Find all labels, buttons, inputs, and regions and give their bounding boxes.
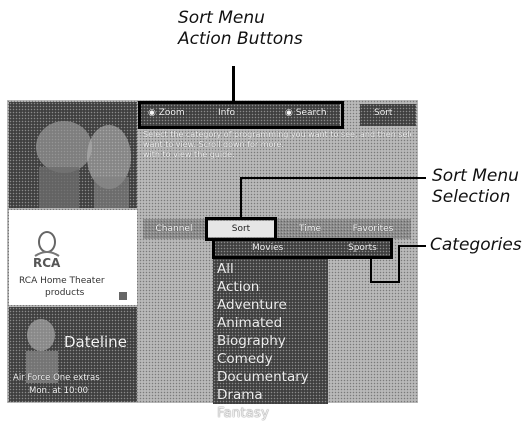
callout-line: Action Buttons — [178, 29, 303, 49]
info-text: Select the category of programming you w… — [143, 130, 411, 162]
action-buttons-highlight — [138, 101, 344, 129]
info-line: Select the category of programming you w… — [143, 130, 411, 139]
leader-line — [398, 245, 426, 247]
corner-label-box: Sort — [360, 104, 416, 126]
category-item[interactable]: Documentary — [213, 368, 328, 386]
promo-caption: Mon. at 10:00 — [29, 386, 89, 396]
ad-caption: RCA Home Theater — [19, 276, 105, 286]
category-item[interactable]: Drama — [213, 386, 328, 404]
callout-line: Sort Menu — [178, 8, 265, 28]
dateline-logo: Dateline — [64, 333, 127, 351]
category-item[interactable]: Comedy — [213, 350, 328, 368]
category-item[interactable]: Action — [213, 278, 328, 296]
callout-line: Sort Menu — [432, 166, 519, 186]
info-line: with to view the guide. — [143, 150, 235, 159]
leader-line — [232, 66, 235, 102]
info-line: want to view. Scroll down for more. — [143, 140, 284, 149]
leader-line — [370, 281, 400, 283]
promo-panel-bottom[interactable]: Dateline Air Force One extras Mon. at 10… — [9, 307, 137, 402]
leader-line — [240, 177, 242, 219]
category-item[interactable]: Fantasy — [213, 404, 328, 422]
promo-panel-top — [9, 102, 137, 208]
tab-time[interactable]: Time — [285, 221, 335, 237]
categories-highlight — [212, 238, 393, 259]
rca-logo-icon: RCA — [33, 231, 61, 268]
category-item[interactable]: Biography — [213, 332, 328, 350]
promo-panel-ad[interactable]: RCA RCA Home Theater products — [9, 210, 137, 305]
callout-categories: Categories — [430, 235, 522, 256]
svg-text:RCA: RCA — [33, 256, 61, 268]
callout-line: Categories — [430, 235, 522, 255]
category-item[interactable]: All — [213, 260, 328, 278]
promo-photo-image — [36, 121, 131, 208]
tab-favorites[interactable]: Favorites — [340, 221, 406, 237]
callout-action-buttons: Sort Menu Action Buttons — [178, 8, 318, 50]
leader-line — [370, 257, 372, 282]
leader-line — [398, 245, 400, 283]
category-item[interactable]: Animated — [213, 314, 328, 332]
promo-caption: Air Force One extras — [13, 373, 100, 383]
callout-selection: Sort Menu Selection — [432, 166, 522, 208]
ad-badge-icon — [119, 292, 127, 300]
callout-line: Selection — [432, 187, 511, 207]
corner-label: Sort — [374, 108, 393, 118]
category-list: All Action Adventure Animated Biography … — [213, 259, 328, 421]
ad-caption: products — [45, 288, 85, 298]
category-item[interactable]: Adventure — [213, 296, 328, 314]
tab-channel[interactable]: Channel — [148, 221, 200, 237]
leader-line — [240, 177, 426, 179]
